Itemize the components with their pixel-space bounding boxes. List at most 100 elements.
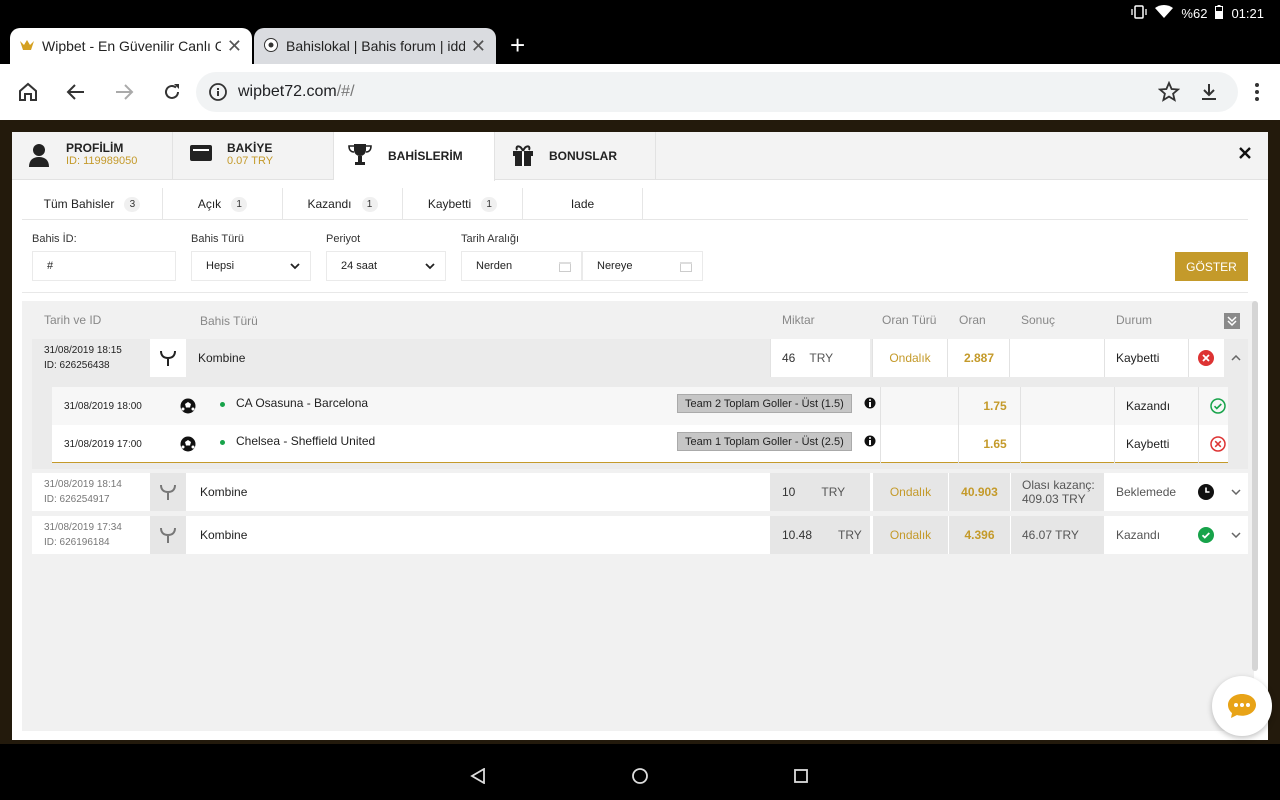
bet-details-panel: 31/08/2019 18:00 CA Osasuna - Barcelona … bbox=[32, 377, 1248, 469]
back-triangle-icon[interactable] bbox=[470, 767, 486, 787]
calendar-icon bbox=[559, 261, 571, 272]
bet-amount: 10 TRY bbox=[770, 473, 870, 511]
stats-icon[interactable] bbox=[864, 435, 876, 450]
wallet-icon bbox=[189, 143, 213, 166]
header-status: Durum bbox=[1116, 313, 1153, 327]
bookmark-star-icon[interactable] bbox=[1155, 78, 1183, 106]
download-icon[interactable] bbox=[1195, 78, 1223, 106]
bet-date-id: 31/08/2019 17:34 ID: 626196184 bbox=[44, 522, 122, 548]
browser-toolbar: wipbet72.com/#/ bbox=[0, 64, 1280, 120]
bet-row[interactable]: 31/08/2019 17:34 ID: 626196184 Kombine 10… bbox=[32, 516, 1248, 554]
url-text: wipbet72.com/#/ bbox=[238, 83, 355, 100]
browser-tab-bahislokal[interactable]: Bahislokal | Bahis forum | idd ✕ bbox=[254, 28, 496, 64]
close-tab-icon[interactable]: ✕ bbox=[471, 36, 486, 57]
scrollbar[interactable] bbox=[1252, 301, 1258, 671]
chevron-down-icon bbox=[425, 262, 435, 269]
balance-value: 0.07 TRY bbox=[227, 155, 274, 167]
bet-id-label: Bahis İD: bbox=[32, 233, 77, 245]
chevron-down-icon bbox=[290, 262, 300, 269]
more-vert-icon[interactable] bbox=[1243, 78, 1271, 106]
combo-icon bbox=[150, 473, 186, 511]
live-chat-button[interactable] bbox=[1212, 676, 1272, 736]
browser-tab-strip: Wipbet - En Güvenilir Canlı Ca ✕ Bahislo… bbox=[0, 26, 1280, 64]
header-odds: Oran bbox=[959, 313, 986, 327]
soccer-ball-icon bbox=[180, 436, 196, 455]
bet-row[interactable]: 31/08/2019 18:14 ID: 626254917 Kombine 10… bbox=[32, 473, 1248, 511]
count-badge: 1 bbox=[481, 196, 498, 212]
selection-odds: 1.65 bbox=[983, 437, 1007, 451]
market-label: Team 1 Toplam Goller - Üst (2.5) bbox=[677, 432, 852, 451]
odds-value: 40.903 bbox=[948, 473, 1010, 511]
filter-tab-all[interactable]: Tüm Bahisler 3 bbox=[22, 188, 163, 220]
tab-bonuslar[interactable]: BONUSLAR bbox=[495, 132, 656, 180]
header-result: Sonuç bbox=[1021, 313, 1056, 327]
soccer-ball-favicon bbox=[264, 37, 278, 55]
stats-icon[interactable] bbox=[864, 397, 876, 412]
tab-title: Bahislokal | Bahis forum | idd bbox=[286, 38, 465, 54]
tab-profilim[interactable]: PROFİLİM ID: 119989050 bbox=[12, 132, 173, 180]
close-tab-icon[interactable]: ✕ bbox=[227, 36, 242, 57]
bet-type: Kombine bbox=[188, 339, 758, 377]
wipbet-favicon bbox=[20, 38, 34, 54]
bet-filter-tabs: Tüm Bahisler 3 Açık 1 Kazandı 1 Kaybetti 1 I… bbox=[22, 188, 1248, 220]
trophy-icon bbox=[346, 142, 374, 171]
market-label: Team 2 Toplam Goller - Üst (1.5) bbox=[677, 394, 852, 413]
divider bbox=[22, 292, 1248, 293]
recents-square-icon[interactable] bbox=[794, 769, 808, 786]
user-icon bbox=[28, 143, 50, 170]
selection-row: 31/08/2019 18:00 CA Osasuna - Barcelona … bbox=[52, 387, 1228, 425]
battery-percent: %62 bbox=[1181, 6, 1208, 21]
header-amount: Miktar bbox=[782, 313, 815, 327]
odds-type: Ondalık bbox=[872, 516, 948, 554]
count-badge: 1 bbox=[361, 196, 378, 212]
bet-amount: 46 TRY bbox=[770, 339, 870, 377]
gift-icon bbox=[511, 143, 535, 170]
vibrate-icon bbox=[1131, 5, 1148, 22]
period-label: Periyot bbox=[326, 233, 361, 245]
home-circle-icon[interactable] bbox=[631, 767, 649, 788]
date-to-input[interactable]: Nereye bbox=[582, 251, 703, 281]
show-button[interactable]: GÖSTER bbox=[1175, 252, 1248, 281]
filter-tab-won[interactable]: Kazandı 1 bbox=[283, 188, 403, 220]
tab-label: BONUSLAR bbox=[549, 149, 617, 163]
empty-area bbox=[22, 555, 1254, 731]
selection-status: Kazandı bbox=[1126, 399, 1171, 413]
tab-bakiye[interactable]: BAKİYE 0.07 TRY bbox=[173, 132, 334, 180]
bet-row[interactable]: 31/08/2019 18:15 ID: 626256438 Kombine 46… bbox=[32, 339, 1248, 377]
bet-type: Kombine bbox=[200, 485, 248, 499]
status-text: Kazandı bbox=[1116, 528, 1161, 542]
date-from-input[interactable]: Nerden bbox=[461, 251, 582, 281]
info-icon[interactable] bbox=[208, 82, 228, 105]
chevron-up-icon[interactable] bbox=[1224, 339, 1248, 377]
new-tab-button[interactable]: + bbox=[510, 30, 525, 61]
chevron-down-icon[interactable] bbox=[1224, 516, 1248, 554]
filter-tab-open[interactable]: Açık 1 bbox=[163, 188, 283, 220]
calendar-icon bbox=[680, 261, 692, 272]
header-odds-type: Oran Türü bbox=[882, 313, 937, 327]
account-modal: PROFİLİM ID: 119989050 BAKİYE 0.07 TRY B… bbox=[12, 132, 1268, 740]
filter-tab-lost[interactable]: Kaybetti 1 bbox=[403, 188, 523, 220]
forward-arrow-icon[interactable] bbox=[110, 78, 138, 106]
bet-id-input[interactable]: # bbox=[32, 251, 176, 281]
status-text: Kaybetti bbox=[1104, 339, 1188, 377]
tab-bahislerim[interactable]: BAHİSLERİM bbox=[334, 132, 495, 181]
system-status-bar: %62 01:21 bbox=[0, 0, 1280, 26]
filter-tab-refund[interactable]: Iade bbox=[523, 188, 643, 220]
reload-icon[interactable] bbox=[158, 78, 186, 106]
bet-type-select[interactable]: Hepsi bbox=[191, 251, 311, 281]
period-select[interactable]: 24 saat bbox=[326, 251, 446, 281]
browser-tab-wipbet[interactable]: Wipbet - En Güvenilir Canlı Ca ✕ bbox=[10, 28, 252, 64]
chevron-down-icon[interactable] bbox=[1224, 473, 1248, 511]
clock: 01:21 bbox=[1231, 6, 1264, 21]
battery-icon bbox=[1215, 5, 1224, 22]
result-value bbox=[1010, 339, 1104, 377]
close-modal-icon[interactable] bbox=[1238, 146, 1252, 163]
match-date: 31/08/2019 18:00 bbox=[64, 400, 142, 412]
collapse-all-icon[interactable] bbox=[1224, 313, 1240, 332]
tab-title: Wipbet - En Güvenilir Canlı Ca bbox=[42, 38, 221, 54]
home-icon[interactable] bbox=[14, 78, 42, 106]
address-bar[interactable]: wipbet72.com/#/ bbox=[196, 72, 1238, 112]
back-arrow-icon[interactable] bbox=[62, 78, 90, 106]
header-type: Bahis Türü bbox=[200, 314, 258, 328]
bet-date-id: 31/08/2019 18:15 ID: 626256438 bbox=[44, 345, 122, 371]
